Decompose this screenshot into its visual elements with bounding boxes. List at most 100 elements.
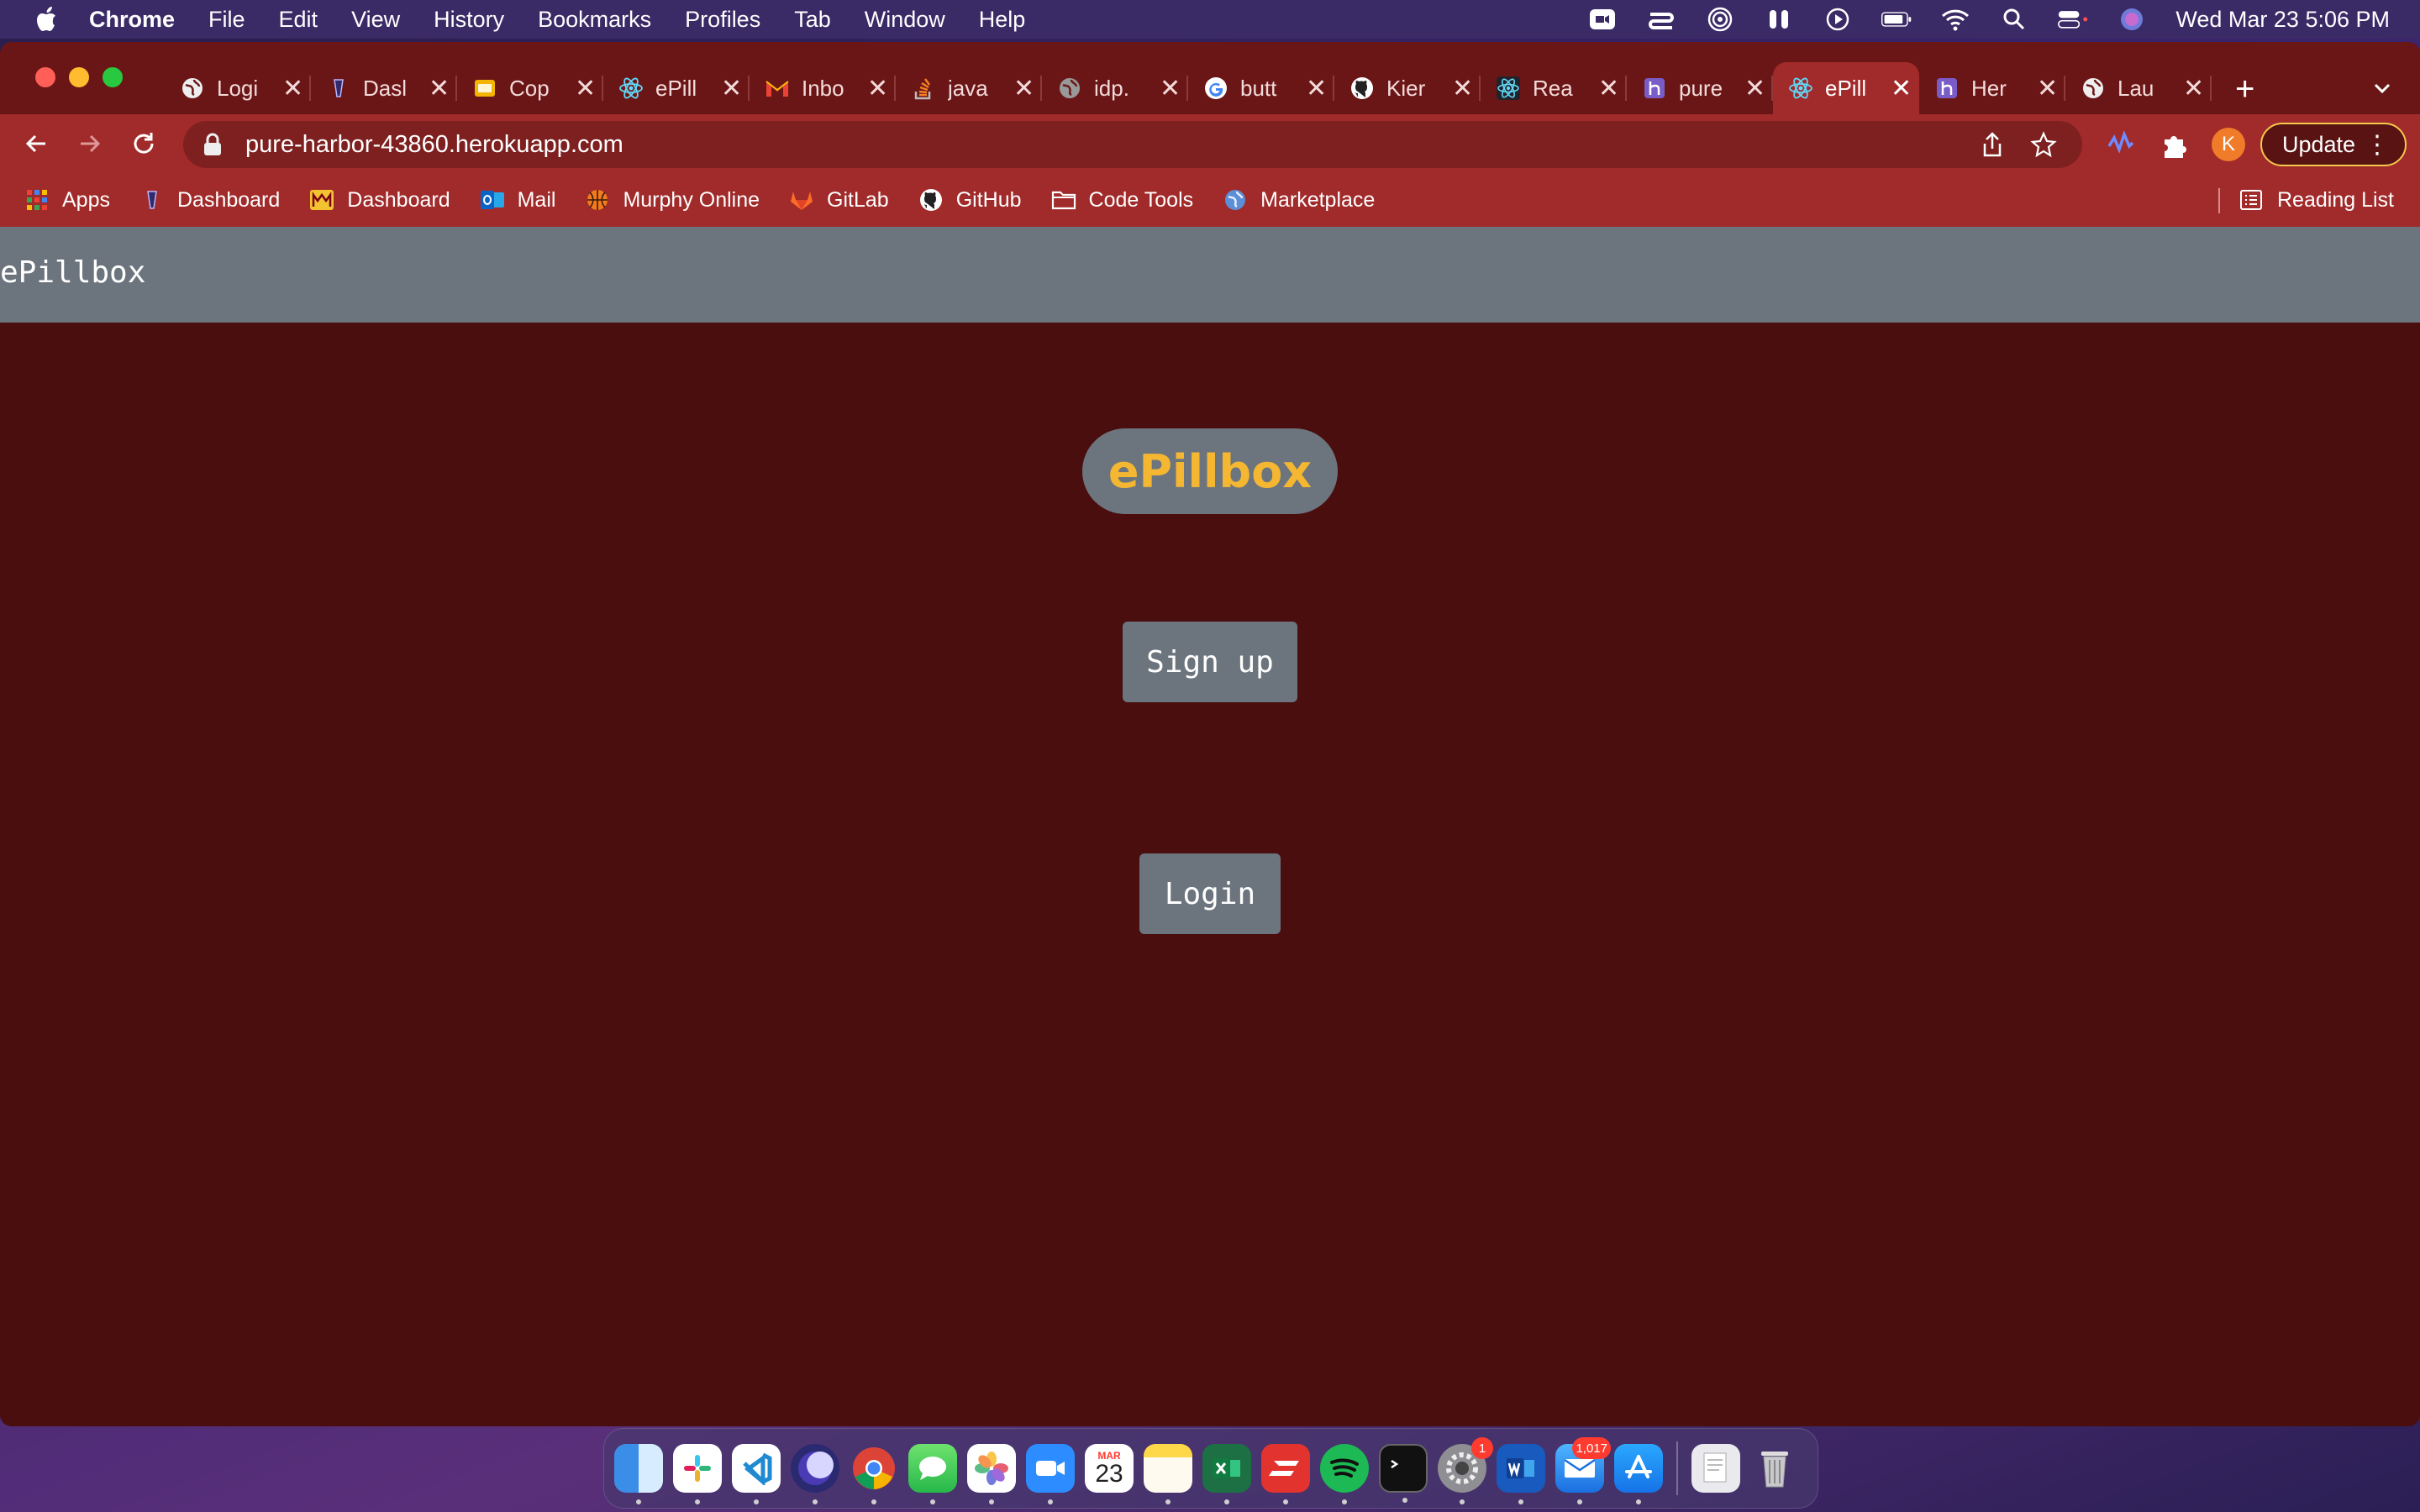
excel-icon[interactable] bbox=[1202, 1444, 1251, 1504]
tab-close-icon[interactable]: ✕ bbox=[1306, 74, 1327, 103]
wifi-icon[interactable] bbox=[1940, 6, 1970, 33]
tab-dashboard[interactable]: Dasl ✕ bbox=[311, 62, 457, 114]
tab-close-icon[interactable]: ✕ bbox=[1452, 74, 1473, 103]
tab-copy[interactable]: Cop ✕ bbox=[457, 62, 603, 114]
photos-icon[interactable] bbox=[967, 1444, 1016, 1504]
calendar-icon[interactable]: MAR 23 bbox=[1085, 1444, 1134, 1493]
tab-epillbox-active[interactable]: ePill ✕ bbox=[1773, 62, 1919, 114]
spotlight-search-icon[interactable] bbox=[1999, 6, 2029, 33]
bookmark-gitlab[interactable]: GitLab bbox=[788, 186, 889, 213]
reload-icon[interactable] bbox=[128, 128, 160, 160]
zoom-icon[interactable] bbox=[1026, 1444, 1075, 1504]
sign-up-button[interactable]: Sign up bbox=[1123, 622, 1297, 702]
tab-google-search[interactable]: butt ✕ bbox=[1188, 62, 1334, 114]
tab-close-icon[interactable]: ✕ bbox=[1891, 74, 1912, 103]
bookmark-murphy-online[interactable]: Murphy Online bbox=[584, 186, 760, 213]
mail-icon[interactable]: 1,017 bbox=[1555, 1437, 1611, 1504]
airdrop-icon[interactable] bbox=[1705, 6, 1735, 33]
menu-app-name[interactable]: Chrome bbox=[89, 7, 175, 33]
menu-history[interactable]: History bbox=[434, 7, 504, 33]
tab-close-icon[interactable]: ✕ bbox=[2037, 74, 2058, 103]
tab-java[interactable]: java ✕ bbox=[896, 62, 1042, 114]
navbar-brand[interactable]: ePillbox bbox=[0, 255, 145, 290]
slack-icon[interactable] bbox=[673, 1444, 722, 1504]
tab-idp[interactable]: idp. ✕ bbox=[1042, 62, 1188, 114]
tab-github[interactable]: Kier ✕ bbox=[1334, 62, 1481, 114]
bookmark-dashboard-1[interactable]: Dashboard bbox=[139, 186, 280, 213]
menu-bookmarks[interactable]: Bookmarks bbox=[538, 7, 651, 33]
window-fullscreen-button[interactable] bbox=[103, 67, 123, 87]
tab-inbox[interactable]: Inbo ✕ bbox=[750, 62, 896, 114]
chrome-icon[interactable] bbox=[850, 1444, 898, 1504]
bookmark-star-icon[interactable] bbox=[2030, 131, 2057, 158]
back-arrow-icon[interactable] bbox=[20, 128, 52, 160]
bookmark-code-tools[interactable]: Code Tools bbox=[1050, 186, 1193, 213]
menu-help[interactable]: Help bbox=[979, 7, 1026, 33]
url-text[interactable]: pure-harbor-43860.herokuapp.com bbox=[245, 131, 623, 159]
extensions-puzzle-icon[interactable] bbox=[2160, 129, 2190, 160]
profile-avatar[interactable]: K bbox=[2212, 128, 2245, 161]
menubar-clock[interactable]: Wed Mar 23 5:06 PM bbox=[2175, 7, 2390, 33]
app-store-icon[interactable] bbox=[1614, 1444, 1663, 1504]
spotify-icon[interactable] bbox=[1320, 1444, 1369, 1504]
messages-icon[interactable] bbox=[908, 1444, 957, 1504]
forward-arrow-icon[interactable] bbox=[74, 128, 106, 160]
bookmark-github[interactable]: GitHub bbox=[918, 186, 1022, 213]
system-preferences-icon[interactable]: 1 bbox=[1438, 1437, 1493, 1504]
finder-icon[interactable] bbox=[614, 1444, 663, 1504]
vscode-icon[interactable] bbox=[732, 1444, 781, 1504]
tab-close-icon[interactable]: ✕ bbox=[867, 74, 888, 103]
bookmark-marketplace[interactable]: Marketplace bbox=[1222, 186, 1375, 213]
bookmark-dashboard-2[interactable]: Dashboard bbox=[308, 186, 450, 213]
siri-icon[interactable] bbox=[2117, 6, 2147, 33]
menu-tab[interactable]: Tab bbox=[794, 7, 831, 33]
tab-epillbox-1[interactable]: ePill ✕ bbox=[603, 62, 750, 114]
tab-close-icon[interactable]: ✕ bbox=[1744, 74, 1765, 103]
lock-icon[interactable] bbox=[202, 132, 224, 157]
window-close-button[interactable] bbox=[35, 67, 55, 87]
word-icon[interactable] bbox=[1497, 1444, 1545, 1504]
menu-profiles[interactable]: Profiles bbox=[685, 7, 760, 33]
control-center-icon[interactable] bbox=[2058, 6, 2088, 33]
menu-edit[interactable]: Edit bbox=[279, 7, 318, 33]
creative-cloud-icon[interactable] bbox=[1646, 6, 1676, 33]
notes-icon[interactable] bbox=[1144, 1444, 1192, 1504]
tab-close-icon[interactable]: ✕ bbox=[1598, 74, 1619, 103]
apple-logo-icon[interactable] bbox=[30, 3, 64, 36]
tab-close-icon[interactable]: ✕ bbox=[1013, 74, 1034, 103]
tab-search-chevron-icon[interactable] bbox=[2370, 76, 2395, 101]
bookmark-apps[interactable]: Apps bbox=[24, 186, 110, 213]
battery-icon[interactable] bbox=[1881, 6, 1912, 33]
tab-launch[interactable]: Lau ✕ bbox=[2065, 62, 2212, 114]
menu-view[interactable]: View bbox=[351, 7, 400, 33]
login-button[interactable]: Login bbox=[1139, 853, 1281, 934]
tab-heroku[interactable]: Her ✕ bbox=[1919, 62, 2065, 114]
airpods-icon[interactable] bbox=[1764, 6, 1794, 33]
zoom-status-icon[interactable] bbox=[1587, 6, 1618, 33]
bookmark-mail[interactable]: Mail bbox=[479, 186, 555, 213]
trash-icon[interactable] bbox=[1750, 1444, 1799, 1493]
tab-close-icon[interactable]: ✕ bbox=[2183, 74, 2204, 103]
chrome-update-button[interactable]: Update ⋮ bbox=[2260, 123, 2407, 166]
menu-window[interactable]: Window bbox=[865, 7, 945, 33]
new-tab-button[interactable]: + bbox=[2235, 72, 2254, 106]
menu-file[interactable]: File bbox=[208, 7, 245, 33]
tab-close-icon[interactable]: ✕ bbox=[282, 74, 303, 103]
eclipse-icon[interactable] bbox=[791, 1444, 839, 1504]
tab-close-icon[interactable]: ✕ bbox=[721, 74, 742, 103]
tab-login[interactable]: Logi ✕ bbox=[165, 62, 311, 114]
tab-react[interactable]: Rea ✕ bbox=[1481, 62, 1627, 114]
share-icon[interactable] bbox=[1980, 131, 2005, 158]
media-play-icon[interactable] bbox=[1823, 6, 1853, 33]
tab-close-icon[interactable]: ✕ bbox=[1160, 74, 1181, 103]
reading-list-button[interactable]: Reading List bbox=[2218, 173, 2394, 227]
address-bar[interactable]: pure-harbor-43860.herokuapp.com bbox=[183, 121, 2082, 168]
tab-close-icon[interactable]: ✕ bbox=[575, 74, 596, 103]
documents-stack-icon[interactable] bbox=[1691, 1444, 1740, 1493]
terminal-icon[interactable] bbox=[1379, 1444, 1428, 1503]
window-minimize-button[interactable] bbox=[69, 67, 89, 87]
kebab-menu-icon[interactable]: ⋮ bbox=[2365, 130, 2390, 160]
tab-close-icon[interactable]: ✕ bbox=[429, 74, 450, 103]
extension-wave-icon[interactable] bbox=[2106, 129, 2136, 160]
tab-pure-harbor[interactable]: pure ✕ bbox=[1627, 62, 1773, 114]
